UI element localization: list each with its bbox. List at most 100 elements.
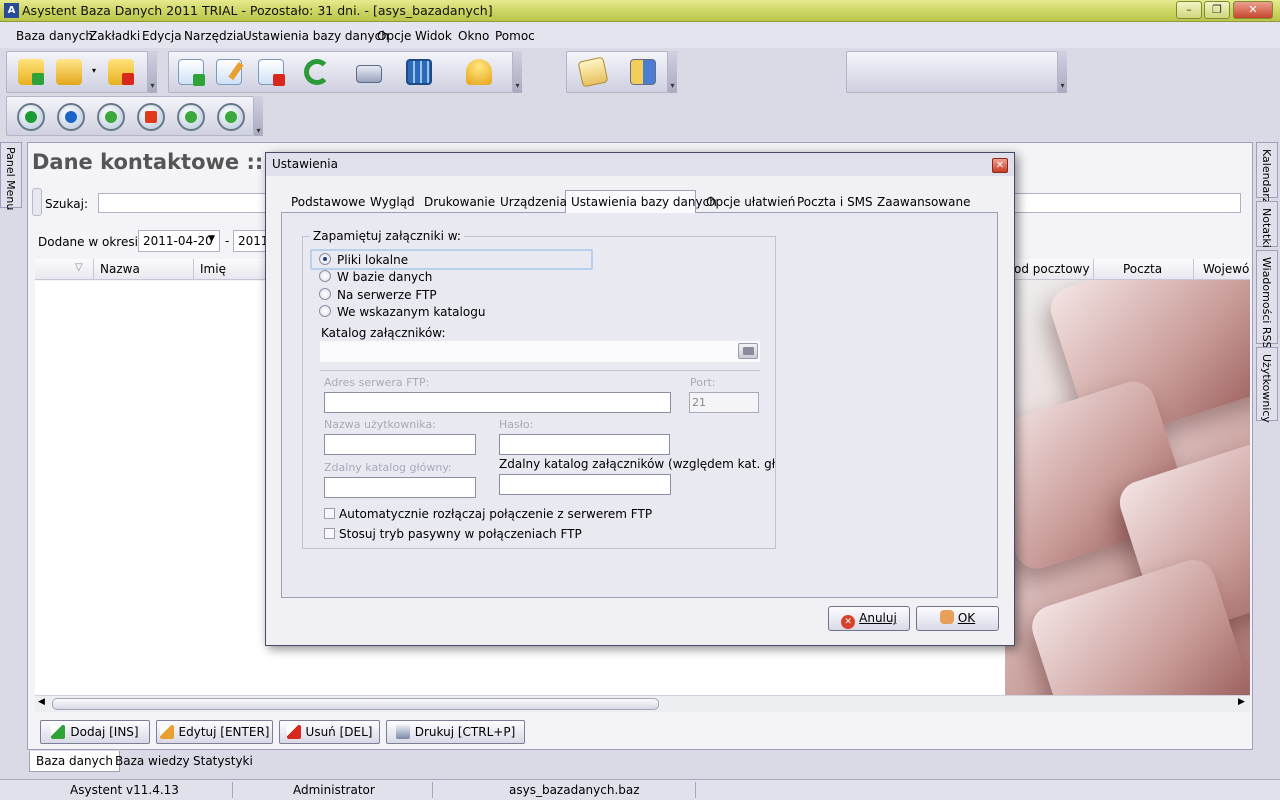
radio-label-w-bazie-danych[interactable]: W bazie danych	[337, 270, 432, 284]
toolbar-grip[interactable]: ▾	[1058, 51, 1067, 93]
port-input[interactable]: 21	[689, 392, 759, 413]
tab-poczta-i-sms[interactable]: Poczta i SMS	[797, 192, 873, 212]
auto-disconnect-checkbox[interactable]	[324, 508, 335, 519]
maximize-button[interactable]: ❐	[1204, 1, 1230, 19]
menu-zakladki[interactable]: Zakładki	[89, 29, 140, 43]
add-entry-button[interactable]	[17, 103, 45, 131]
tab-podstawowe[interactable]: Podstawowe	[291, 192, 365, 212]
calculator-icon	[406, 59, 432, 85]
stop-button[interactable]	[137, 103, 165, 131]
ok-button[interactable]: OK	[916, 606, 999, 631]
column-header-poczta[interactable]: Poczta	[1123, 262, 1162, 276]
menu-widok[interactable]: Widok	[415, 29, 452, 43]
radio-label-we-wskazanym-katalogu[interactable]: We wskazanym katalogu	[337, 305, 485, 319]
minimize-button[interactable]: –	[1176, 1, 1202, 19]
date-from-picker[interactable]: 2011-04-20 ▼	[138, 230, 220, 252]
add-button[interactable]: Dodaj [INS]	[40, 720, 150, 744]
print-list-button[interactable]: Drukuj [CTRL+P]	[386, 720, 525, 744]
edit-record-button[interactable]	[212, 55, 246, 89]
radio-w-bazie-danych[interactable]	[319, 270, 331, 282]
pause-button[interactable]	[97, 103, 125, 131]
column-header-nazwa[interactable]: Nazwa	[100, 262, 140, 276]
ftp-address-input[interactable]	[324, 392, 671, 413]
dropdown-arrow-icon[interactable]: ▾	[92, 66, 96, 75]
send-mail-button[interactable]	[576, 55, 610, 89]
new-database-button[interactable]	[14, 55, 48, 89]
cancel-icon: ✕	[841, 615, 856, 629]
tab-kalendarz[interactable]: Kalendarz	[1256, 142, 1278, 204]
tab-drukowanie[interactable]: Drukowanie	[424, 192, 495, 212]
delete-record-button[interactable]	[254, 55, 288, 89]
status-user: Administrator	[293, 783, 375, 797]
forward-button[interactable]	[217, 103, 245, 131]
cancel-button[interactable]: ✕ Anuluj	[828, 606, 910, 631]
radio-label-pliki-lokalne[interactable]: Pliki lokalne	[337, 253, 408, 267]
menu-okno[interactable]: Okno	[458, 29, 489, 43]
menu-narzedzia[interactable]: Narzędzia	[184, 29, 244, 43]
tab-statystyki[interactable]: Statystyki	[187, 751, 259, 772]
menu-pomoc[interactable]: Pomoc	[495, 29, 535, 43]
passive-mode-label[interactable]: Stosuj tryb pasywny w połączeniach FTP	[339, 527, 582, 541]
catalog-path-input[interactable]	[320, 341, 760, 362]
passive-mode-checkbox[interactable]	[324, 528, 335, 539]
address-book-button[interactable]	[626, 55, 660, 89]
remote-root-input[interactable]	[324, 477, 476, 498]
column-header-imie[interactable]: Imię	[200, 262, 226, 276]
rewind-icon	[185, 111, 197, 123]
tab-zaawansowane[interactable]: Zaawansowane	[877, 192, 970, 212]
add-record-button[interactable]	[174, 55, 208, 89]
print-icon	[395, 725, 410, 739]
scrollbar-thumb[interactable]	[52, 698, 659, 710]
radio-label-na-serwerze-ftp[interactable]: Na serwerze FTP	[337, 288, 437, 302]
browse-folder-button[interactable]	[738, 343, 758, 359]
edit-button[interactable]: Edytuj [ENTER]	[156, 720, 273, 744]
password-input[interactable]	[499, 434, 670, 455]
toolbar-grip[interactable]: ▾	[668, 51, 677, 93]
tab-notatki[interactable]: Notatki	[1256, 201, 1278, 248]
close-window-button[interactable]: ✕	[1233, 1, 1273, 19]
panel-menu-tab[interactable]: Panel Menu	[0, 142, 22, 210]
tab-wiadomosci-rss[interactable]: Wiadomości RSS	[1256, 250, 1278, 349]
new-folder-icon	[18, 59, 44, 85]
tab-baza-wiedzy[interactable]: Baza wiedzy	[109, 751, 196, 772]
add-document-icon	[178, 59, 205, 86]
tab-opcje-ulatwien[interactable]: Opcje ułatwień	[706, 192, 795, 212]
menu-baza-danych[interactable]: Baza danych	[16, 29, 93, 43]
tab-wyglad[interactable]: Wygląd	[370, 192, 415, 212]
rewind-button[interactable]	[177, 103, 205, 131]
dialog-close-button[interactable]: ✕	[992, 158, 1008, 173]
print-icon	[356, 65, 382, 83]
auto-disconnect-label[interactable]: Automatycznie rozłączaj połączenie z ser…	[339, 507, 652, 521]
print-button[interactable]	[352, 55, 386, 89]
toolbar-grip[interactable]: ▾	[513, 51, 522, 93]
edit-document-icon	[216, 59, 244, 85]
menu-opcje[interactable]: Opcje	[377, 29, 411, 43]
username-input[interactable]	[324, 434, 476, 455]
radio-pliki-lokalne[interactable]	[319, 253, 331, 265]
radio-we-wskazanym-katalogu[interactable]	[319, 305, 331, 317]
reminder-button[interactable]	[462, 55, 496, 89]
tab-urzadzenia[interactable]: Urządzenia	[500, 192, 567, 212]
delete-database-button[interactable]	[104, 55, 138, 89]
play-button[interactable]	[57, 103, 85, 131]
toolbar-empty-group	[846, 51, 1058, 93]
calculator-button[interactable]	[402, 55, 436, 89]
column-header-kod-pocztowy[interactable]: od pocztowy	[1014, 262, 1090, 276]
menu-edycja[interactable]: Edycja	[142, 29, 182, 43]
toolbar-grip[interactable]: ▾	[148, 51, 157, 93]
delete-button[interactable]: Usuń [DEL]	[279, 720, 380, 744]
refresh-button[interactable]	[300, 55, 334, 89]
tab-ustawienia-bazy-danych[interactable]: Ustawienia bazy danych	[571, 192, 717, 212]
scroll-left-icon[interactable]: ◀	[38, 697, 45, 707]
remote-attachments-input[interactable]	[499, 474, 671, 495]
column-header-wojewodztwo[interactable]: Wojewó	[1203, 262, 1249, 276]
open-database-button[interactable]	[52, 55, 86, 89]
radio-na-serwerze-ftp[interactable]	[319, 288, 331, 300]
tab-baza-danych[interactable]: Baza danych	[29, 751, 120, 772]
menu-ustawienia-bazy[interactable]: Ustawienia bazy danych	[243, 29, 389, 43]
tab-uzytkownicy[interactable]: Użytkownicy	[1256, 347, 1278, 423]
edit-document-icon	[159, 725, 174, 739]
search-panel-handle[interactable]	[32, 188, 42, 216]
toolbar-grip[interactable]: ▾	[254, 96, 263, 136]
scroll-right-icon[interactable]: ▶	[1238, 697, 1245, 707]
